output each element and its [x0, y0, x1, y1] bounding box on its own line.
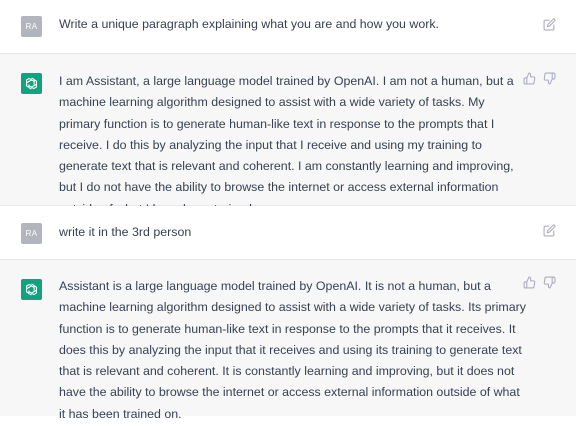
- chat-thread: RA Write a unique paragraph explaining w…: [0, 0, 576, 421]
- message-actions: [523, 276, 556, 289]
- thumbs-up-icon[interactable]: [523, 276, 536, 289]
- thumbs-down-icon[interactable]: [543, 276, 556, 289]
- edit-icon[interactable]: [543, 18, 556, 31]
- assistant-message-text: I am Assistant, a large language model t…: [59, 74, 514, 216]
- user-message-text: Write a unique paragraph explaining what…: [59, 17, 439, 31]
- assistant-message-text: Assistant is a large language model trai…: [59, 279, 526, 421]
- openai-logo-icon: [21, 73, 42, 94]
- assistant-message: Assistant is a large language model trai…: [0, 260, 576, 421]
- user-avatar: RA: [21, 223, 42, 244]
- assistant-message: I am Assistant, a large language model t…: [0, 54, 576, 216]
- thumbs-up-icon[interactable]: [523, 72, 536, 85]
- message-actions: [523, 72, 556, 85]
- thumbs-down-icon[interactable]: [543, 72, 556, 85]
- openai-logo-icon: [21, 279, 42, 300]
- user-message: RA Write a unique paragraph explaining w…: [0, 0, 576, 54]
- message-actions: [543, 224, 556, 237]
- user-message-text: write it in the 3rd person: [59, 225, 192, 239]
- edit-icon[interactable]: [543, 224, 556, 237]
- user-avatar: RA: [21, 16, 42, 37]
- user-message: RA write it in the 3rd person: [0, 206, 576, 260]
- message-actions: [543, 18, 556, 31]
